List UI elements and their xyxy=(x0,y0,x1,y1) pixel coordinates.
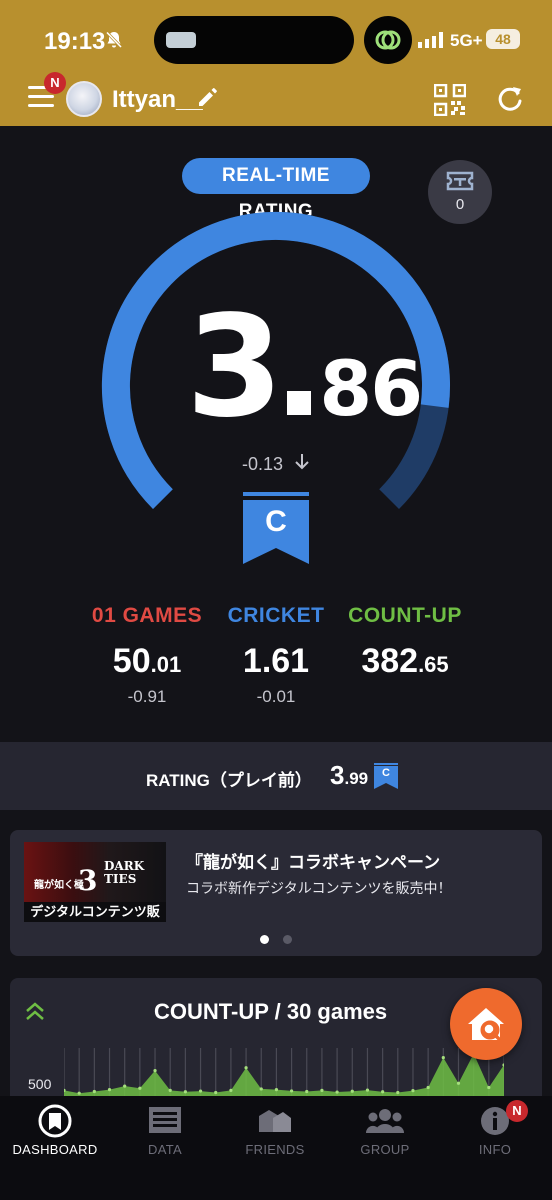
countup-data-point xyxy=(198,1089,203,1093)
countup-data-point xyxy=(441,1056,445,1060)
rating-delta: -0.13 xyxy=(242,454,284,474)
real-time-rating-value: 3 86 xyxy=(186,286,423,449)
home-search-icon xyxy=(468,1008,504,1041)
rank-letter: C xyxy=(265,505,287,538)
countup-data-point xyxy=(92,1089,96,1094)
island-thumbnail-icon xyxy=(166,32,196,48)
countup-data-point xyxy=(289,1089,294,1093)
rating-decimal: 86 xyxy=(319,344,423,433)
countup-data-point xyxy=(259,1087,263,1091)
carousel-dot-active[interactable] xyxy=(260,935,269,944)
previous-rank-letter: C xyxy=(382,767,390,779)
countup-data-point xyxy=(244,1066,248,1070)
data-icon xyxy=(110,1104,220,1138)
countup-data-point xyxy=(381,1090,385,1094)
countup-data-point xyxy=(426,1085,430,1090)
info-notification-badge: N xyxy=(506,1100,528,1122)
real-time-rating-label: REAL-TIME RATING xyxy=(182,158,370,222)
dynamic-island xyxy=(154,16,354,64)
tab-dashboard[interactable]: DASHBOARD xyxy=(0,1104,110,1157)
refresh-icon[interactable] xyxy=(496,84,524,114)
campaign-banner-image[interactable]: 龍が如く極 3 DARK TIES デジタルコンテンツ販売 xyxy=(24,842,166,922)
status-time: 19:13 xyxy=(44,28,106,55)
tab-data[interactable]: DATA xyxy=(110,1104,220,1157)
network-type: 5G+ xyxy=(450,31,483,50)
username[interactable]: Ittyan__ xyxy=(112,86,203,114)
silent-bell-icon xyxy=(105,31,123,49)
countup-data-point xyxy=(107,1088,112,1092)
previous-rating-value: 3.99 xyxy=(330,760,369,790)
arrow-down-icon xyxy=(295,454,309,470)
ticket-icon xyxy=(446,171,474,191)
tab-friends[interactable]: FRIENDS xyxy=(220,1104,330,1157)
campaign-title[interactable]: 『龍が如く』コラボキャンペーン xyxy=(186,848,440,873)
avatar[interactable] xyxy=(66,81,102,117)
stat-cricket-delta: -0.01 xyxy=(256,687,296,706)
group-icon xyxy=(330,1104,440,1138)
countup-data-point xyxy=(123,1084,127,1088)
edit-pencil-icon[interactable] xyxy=(196,86,218,108)
stat-01-games-delta: -0.91 xyxy=(127,687,167,706)
countup-data-point xyxy=(350,1089,354,1093)
rings-app-icon xyxy=(364,16,412,64)
stat-count-up-value: 382.65 xyxy=(361,642,449,680)
stat-01-games-label: 01 GAMES xyxy=(91,604,203,627)
y-tick-500: 500 xyxy=(28,1076,52,1092)
tab-group[interactable]: GROUP xyxy=(330,1104,440,1157)
countup-data-point xyxy=(168,1088,172,1092)
countup-data-point xyxy=(214,1090,218,1095)
countup-chart-title: COUNT-UP / 30 games xyxy=(154,999,388,1024)
countup-data-point xyxy=(456,1081,461,1085)
stat-cricket-value: 1.61 xyxy=(242,642,310,680)
tab-friends-label: FRIENDS xyxy=(245,1142,305,1157)
tab-info[interactable]: INFO xyxy=(440,1104,550,1157)
rating-integer: 3 xyxy=(186,286,283,449)
tab-info-label: INFO xyxy=(478,1142,512,1157)
qr-code-icon[interactable] xyxy=(434,84,466,116)
stat-count-up: COUNT-UP 382.65 xyxy=(335,604,475,681)
countup-data-point xyxy=(77,1091,81,1095)
banner-dark-ties: DARK TIES xyxy=(104,859,145,886)
countup-data-point xyxy=(229,1088,233,1092)
countup-data-point xyxy=(365,1088,370,1092)
countup-data-point xyxy=(183,1090,187,1094)
previous-rating-label: RATING（プレイ前） xyxy=(146,771,312,790)
tab-dashboard-label: DASHBOARD xyxy=(12,1142,98,1157)
banner-caption: デジタルコンテンツ販売 xyxy=(24,902,166,922)
banner-number: 3 xyxy=(78,864,98,897)
stat-01-games-value: 50.01 xyxy=(112,642,182,680)
countup-data-point xyxy=(138,1086,142,1090)
dashboard-icon xyxy=(0,1104,110,1138)
countup-data-point xyxy=(335,1090,339,1094)
campaign-subtitle: コラボ新作デジタルコンテンツを販売中！ xyxy=(186,880,452,896)
stat-cricket: CRICKET 1.61 -0.01 xyxy=(206,604,346,707)
battery-indicator: 48 xyxy=(486,29,520,49)
countup-series-area xyxy=(64,1053,504,1096)
countup-data-point xyxy=(487,1085,491,1090)
countup-chart xyxy=(64,1048,504,1096)
countup-data-point xyxy=(502,1063,504,1067)
expand-chevrons-icon[interactable] xyxy=(24,1000,46,1022)
countup-data-point xyxy=(274,1088,279,1092)
countup-data-point xyxy=(411,1089,415,1093)
stat-01-games: 01 GAMES 50.01 -0.91 xyxy=(77,604,217,707)
find-shop-button[interactable] xyxy=(450,988,522,1060)
countup-data-point xyxy=(320,1088,324,1092)
tab-data-label: DATA xyxy=(148,1142,182,1157)
tab-group-label: GROUP xyxy=(360,1142,410,1157)
stat-cricket-label: CRICKET xyxy=(227,604,325,627)
friends-icon xyxy=(220,1104,330,1138)
menu-notification-badge: N xyxy=(44,72,66,94)
banner-title: 龍が如く極 xyxy=(34,880,84,891)
info-icon xyxy=(440,1104,550,1138)
countup-data-point xyxy=(153,1068,157,1073)
signal-icon xyxy=(418,32,443,48)
rating-decimal-point xyxy=(287,391,312,415)
carousel-dot[interactable] xyxy=(283,935,292,944)
countup-data-point xyxy=(396,1090,400,1095)
stat-count-up-label: COUNT-UP xyxy=(348,604,462,627)
countup-data-point xyxy=(305,1089,309,1094)
